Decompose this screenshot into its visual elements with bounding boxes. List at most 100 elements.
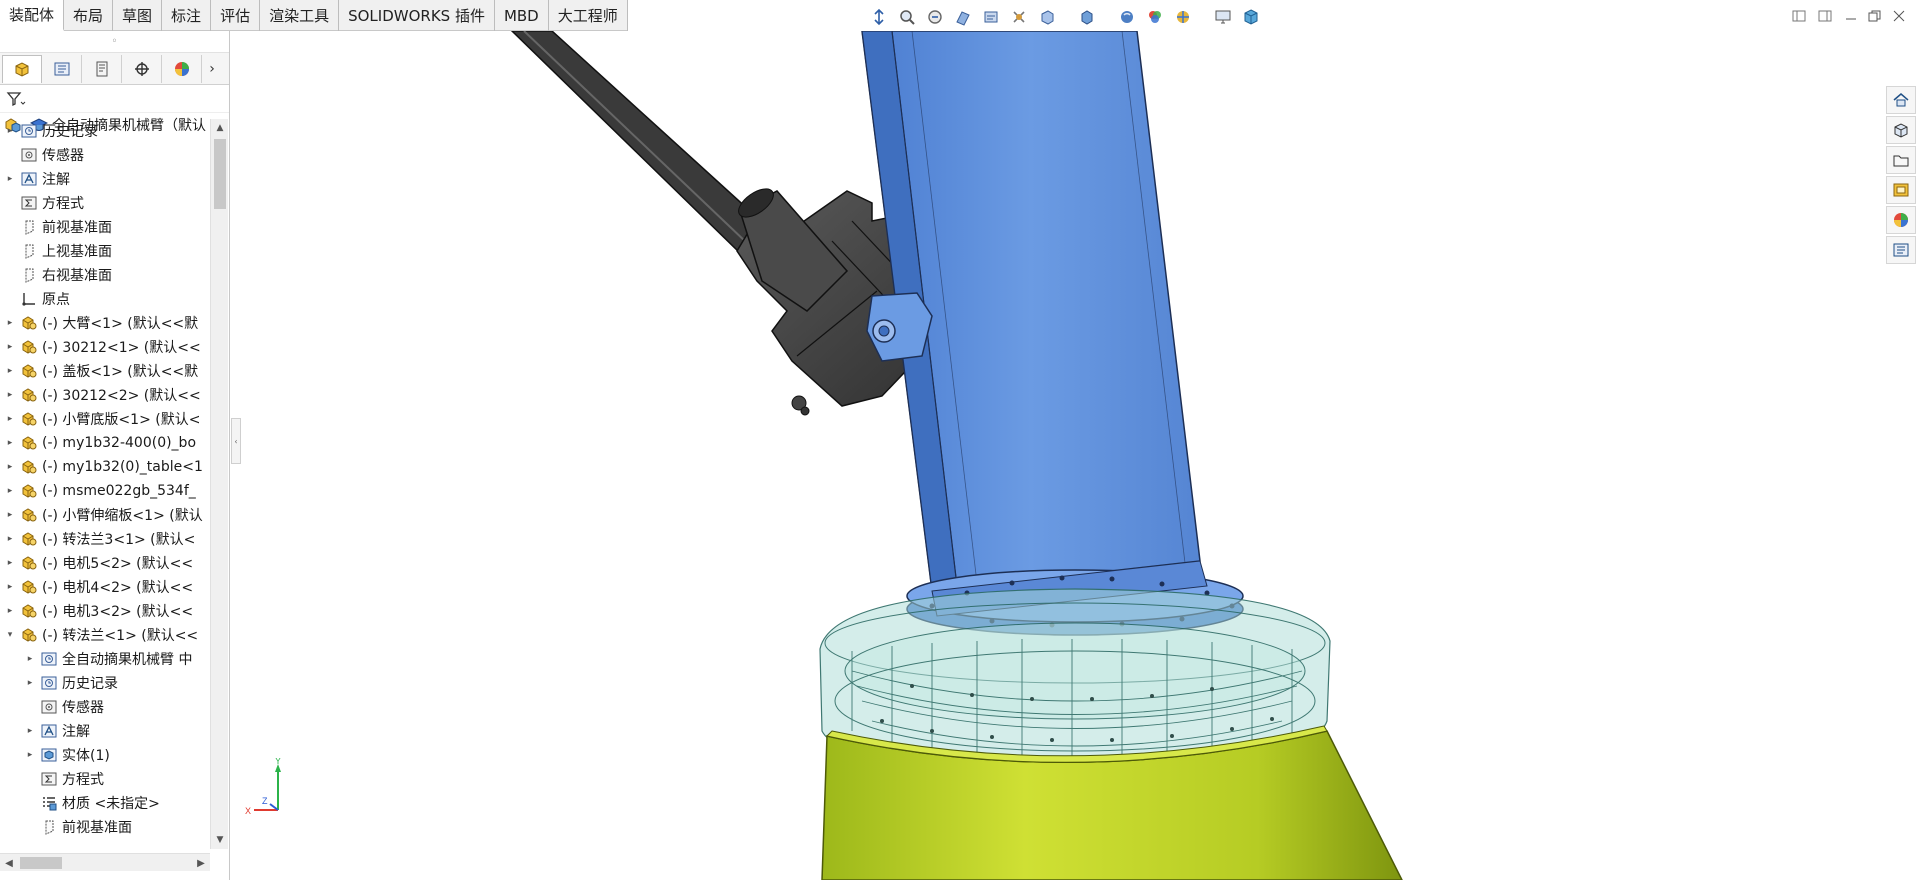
command-tab[interactable]: 大工程师 [549,0,628,31]
parts-library-icon[interactable] [1886,116,1916,144]
panel-left-icon[interactable] [1788,6,1810,26]
3d-view-icon[interactable] [1240,6,1262,28]
apply-scene-icon[interactable] [1144,6,1166,28]
tree-horizontal-scrollbar[interactable]: ◀ ▶ [0,853,210,871]
command-tab[interactable]: 布局 [64,0,114,31]
panel-collapse-handle[interactable]: ‹ [231,418,241,464]
home-icon[interactable] [1886,86,1916,114]
scroll-up-icon[interactable]: ▲ [211,119,229,137]
command-tab[interactable]: MBD [495,0,549,31]
expand-arrow-icon[interactable]: ▸ [24,719,36,743]
display-style-icon[interactable] [1036,6,1058,28]
tree-item[interactable]: 原点 [0,287,210,311]
restore-icon[interactable] [1864,6,1886,26]
configuration-manager-tab[interactable] [82,54,122,83]
scroll-thumb[interactable] [214,139,226,209]
feature-manager-tab[interactable] [2,54,42,83]
expand-arrow-icon[interactable]: ▸ [4,383,16,407]
tree-item[interactable]: ▸ (-) 30212<2> (默认<< [0,383,210,407]
tree-item[interactable]: 前视基准面 [0,215,210,239]
command-tab[interactable]: 标注 [162,0,212,31]
command-tab[interactable]: 草图 [113,0,163,31]
tree-item[interactable]: ▸ 全自动摘果机械臂 中 [0,647,210,671]
tree-item[interactable]: 传感器 [0,695,210,719]
tree-item[interactable]: ▸ (-) msme022gb_534f_ [0,479,210,503]
minimize-icon[interactable] [1840,6,1862,26]
close-icon[interactable] [1888,6,1910,26]
expand-arrow-icon[interactable]: ▸ [4,407,16,431]
view-orientation-icon[interactable] [1008,6,1030,28]
section-view-icon[interactable] [952,6,974,28]
tree-item[interactable]: 材质 <未指定> [0,791,210,815]
expand-arrow-icon[interactable]: ▸ [4,527,16,551]
appearances-icon[interactable] [1886,206,1916,234]
filter-bar[interactable] [0,85,229,113]
view-palette-icon[interactable] [1886,176,1916,204]
tree-vertical-scrollbar[interactable]: ▲ ▼ [210,119,228,849]
file-explorer-icon[interactable] [1886,146,1916,174]
expand-arrow-icon[interactable]: ▸ [4,311,16,335]
expand-arrow-icon[interactable]: ▸ [4,335,16,359]
view-settings-icon[interactable] [1172,6,1194,28]
property-manager-tab[interactable] [42,54,82,83]
zoom-to-fit-icon[interactable] [868,6,890,28]
tree-item[interactable]: 上视基准面 [0,239,210,263]
tree-item[interactable]: 右视基准面 [0,263,210,287]
display-manager-tab[interactable] [162,54,202,83]
tree-item[interactable]: ▸ (-) 转法兰3<1> (默认< [0,527,210,551]
expand-arrow-icon[interactable]: ▸ [24,743,36,767]
command-tab[interactable]: 装配体 [0,0,65,31]
collapse-arrow-icon[interactable]: ▾ [4,623,16,647]
tree-item[interactable]: ▸ 实体(1) [0,743,210,767]
expand-arrow-icon[interactable]: ▸ [4,359,16,383]
expand-arrow-icon[interactable]: ▸ [4,503,16,527]
zoom-area-icon[interactable] [896,6,918,28]
tree-item[interactable]: ▸ (-) 大臂<1> (默认<<默 [0,311,210,335]
tree-item[interactable]: ▸ 历史记录 [0,119,210,143]
more-tabs-icon[interactable]: › [202,55,222,83]
tree-item[interactable]: 方程式 [0,767,210,791]
tree-item[interactable]: ▾ (-) 转法兰<1> (默认<< [0,623,210,647]
tree-item[interactable]: ▸ 注解 [0,167,210,191]
dimxpert-tab[interactable] [122,54,162,83]
expand-arrow-icon[interactable]: ▸ [4,575,16,599]
tree-item[interactable]: 前视基准面 [0,815,210,839]
expand-arrow-icon[interactable]: ▸ [4,599,16,623]
panel-right-icon[interactable] [1814,6,1836,26]
expand-arrow-icon[interactable]: ▸ [24,647,36,671]
panel-grip[interactable]: ◦ [0,31,229,53]
expand-arrow-icon[interactable]: ▸ [4,431,16,455]
scroll-down-icon[interactable]: ▼ [211,831,229,849]
tree-item[interactable]: 传感器 [0,143,210,167]
tree-item[interactable]: ▸ (-) 30212<1> (默认<< [0,335,210,359]
expand-arrow-icon[interactable]: ▸ [4,551,16,575]
tree-item[interactable]: ▸ (-) my1b32(0)_table<1 [0,455,210,479]
hide-show-icon[interactable] [1076,6,1098,28]
expand-arrow-icon[interactable]: ▸ [24,671,36,695]
tree-item[interactable]: ▸ (-) my1b32-400(0)_bo [0,431,210,455]
hscroll-thumb[interactable] [20,857,62,869]
tree-item[interactable]: 方程式 [0,191,210,215]
edit-appearance-icon[interactable] [1116,6,1138,28]
expand-arrow-icon[interactable]: ▸ [4,479,16,503]
monitor-icon[interactable] [1212,6,1234,28]
tree-item[interactable]: ▸ 历史记录 [0,671,210,695]
custom-properties-icon[interactable] [1886,236,1916,264]
previous-view-icon[interactable] [924,6,946,28]
tree-item[interactable]: ▸ (-) 小臂伸缩板<1> (默认 [0,503,210,527]
expand-arrow-icon[interactable]: ▸ [4,455,16,479]
tree-item[interactable]: ▸ (-) 小臂底版<1> (默认< [0,407,210,431]
expand-arrow-icon[interactable]: ▸ [4,119,16,143]
tree-item[interactable]: ▸ (-) 电机4<2> (默认<< [0,575,210,599]
dynamic-annotation-icon[interactable] [980,6,1002,28]
tree-item[interactable]: ▸ 注解 [0,719,210,743]
tree-item[interactable]: ▸ (-) 盖板<1> (默认<<默 [0,359,210,383]
scroll-left-icon[interactable]: ◀ [0,854,18,872]
tree-item[interactable]: ▸ (-) 电机5<2> (默认<< [0,551,210,575]
command-tab[interactable]: 评估 [211,0,261,31]
expand-arrow-icon[interactable]: ▸ [4,167,16,191]
command-tab[interactable]: 渲染工具 [260,0,340,31]
command-tab[interactable]: SOLIDWORKS 插件 [339,0,495,31]
scroll-right-icon[interactable]: ▶ [192,854,210,872]
graphics-area[interactable] [232,31,1884,880]
